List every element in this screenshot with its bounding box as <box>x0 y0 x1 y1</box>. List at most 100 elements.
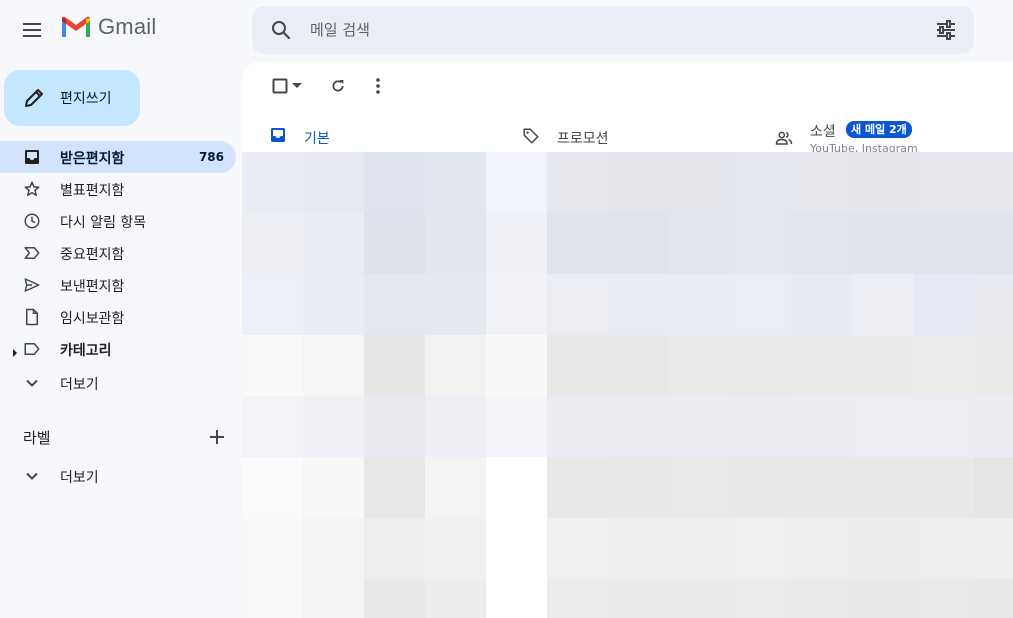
email-row-pixel <box>913 274 974 335</box>
email-row-pixel <box>425 518 486 579</box>
gmail-m-icon <box>62 16 90 37</box>
email-row-pixel <box>303 518 364 579</box>
email-row-pixel <box>364 457 425 518</box>
email-row-pixel <box>974 518 1013 579</box>
compose-button[interactable]: 편지쓰기 <box>4 70 140 126</box>
email-row-pixel <box>303 579 364 618</box>
main-menu-button[interactable] <box>12 10 52 50</box>
sidebar-item-more[interactable]: 더보기 <box>0 367 236 399</box>
email-row-pixel <box>791 274 852 335</box>
email-row-pixel <box>486 152 547 213</box>
email-row-pixel <box>547 518 608 579</box>
select-all-checkbox[interactable] <box>268 74 292 98</box>
email-row-pixel <box>486 396 547 457</box>
email-row-pixel <box>608 518 669 579</box>
email-row-pixel <box>364 274 425 335</box>
email-row-pixel <box>608 457 669 518</box>
email-row-pixel <box>608 335 669 396</box>
gmail-logo[interactable]: Gmail <box>60 14 156 40</box>
email-row-pixel <box>486 518 547 579</box>
tag-icon <box>522 127 542 147</box>
email-row-pixel <box>608 213 669 274</box>
select-dropdown-button[interactable] <box>290 74 304 98</box>
new-mail-badge: 새 메일 2개 <box>846 121 912 138</box>
email-row-pixel <box>852 457 913 518</box>
email-row-pixel <box>303 274 364 335</box>
email-row-pixel <box>791 213 852 274</box>
email-row-pixel <box>547 396 608 457</box>
email-row-pixel <box>791 152 852 213</box>
email-row-pixel <box>852 213 913 274</box>
tab-label: 소셜 <box>810 124 836 140</box>
email-row-pixel <box>730 152 791 213</box>
email-row-pixel <box>669 335 730 396</box>
tab-label: 기본 <box>304 131 330 147</box>
search-options-icon[interactable] <box>934 18 958 42</box>
sidebar-item-categories[interactable]: 카테고리 <box>0 333 236 365</box>
email-row-pixel <box>425 335 486 396</box>
email-row-pixel <box>486 213 547 274</box>
unread-count: 786 <box>198 150 224 164</box>
email-row-pixel <box>242 579 303 618</box>
tab-promotions[interactable]: 프로모션 <box>498 114 754 152</box>
email-row-pixel <box>913 152 974 213</box>
sidebar-item-sent[interactable]: 보낸편지함 <box>0 269 236 301</box>
email-row-pixel <box>669 274 730 335</box>
email-row-pixel <box>913 579 974 618</box>
email-row-pixel <box>974 457 1013 518</box>
email-list-redacted <box>242 152 1013 618</box>
email-row-pixel <box>913 396 974 457</box>
email-row-pixel <box>913 213 974 274</box>
email-row-pixel <box>669 579 730 618</box>
email-row-pixel <box>486 335 547 396</box>
email-row-pixel <box>608 396 669 457</box>
email-row-pixel <box>974 213 1013 274</box>
email-row-pixel <box>364 152 425 213</box>
checkbox-icon <box>272 78 288 94</box>
email-row-pixel <box>669 518 730 579</box>
email-row-pixel <box>974 335 1013 396</box>
add-label-button[interactable] <box>207 427 227 447</box>
email-row-pixel <box>852 335 913 396</box>
email-row-pixel <box>852 152 913 213</box>
email-row-pixel <box>852 274 913 335</box>
email-row-pixel <box>425 579 486 618</box>
email-row-pixel <box>608 274 669 335</box>
email-row-pixel <box>303 152 364 213</box>
email-row-pixel <box>303 335 364 396</box>
sidebar-item-label: 더보기 <box>60 470 99 486</box>
sidebar-item-label: 더보기 <box>60 377 99 393</box>
email-row-pixel <box>547 152 608 213</box>
sidebar-item-starred[interactable]: 별표편지함 <box>0 173 236 205</box>
email-row-pixel <box>242 335 303 396</box>
search-bar[interactable] <box>252 6 974 54</box>
search-icon[interactable] <box>268 17 294 43</box>
pencil-icon <box>22 86 46 110</box>
email-row-pixel <box>364 335 425 396</box>
email-row-pixel <box>669 213 730 274</box>
more-options-button[interactable] <box>366 74 390 98</box>
sidebar-item-important[interactable]: 중요편지함 <box>0 237 236 269</box>
email-row-pixel <box>791 396 852 457</box>
expand-arrow-icon[interactable] <box>11 345 19 357</box>
email-row-pixel <box>791 579 852 618</box>
labels-more-item[interactable]: 더보기 <box>0 460 236 492</box>
email-row-pixel <box>730 457 791 518</box>
sidebar-item-snoozed[interactable]: 다시 알림 항목 <box>0 205 236 237</box>
sidebar-item-label: 받은편지함 <box>60 151 125 167</box>
email-row-pixel <box>913 335 974 396</box>
email-row-pixel <box>364 396 425 457</box>
email-row-pixel <box>364 579 425 618</box>
sidebar-item-inbox[interactable]: 받은편지함 786 <box>0 141 236 173</box>
sidebar-item-drafts[interactable]: 임시보관함 <box>0 301 236 333</box>
email-row-pixel <box>974 579 1013 618</box>
email-row-pixel <box>791 335 852 396</box>
tab-primary[interactable]: 기본 <box>242 114 498 152</box>
email-row-pixel <box>730 274 791 335</box>
email-row-pixel <box>242 152 303 213</box>
email-row-pixel <box>425 396 486 457</box>
app-name: Gmail <box>98 14 157 39</box>
refresh-button[interactable] <box>326 74 350 98</box>
email-row-pixel <box>974 274 1013 335</box>
search-input[interactable] <box>308 20 868 40</box>
